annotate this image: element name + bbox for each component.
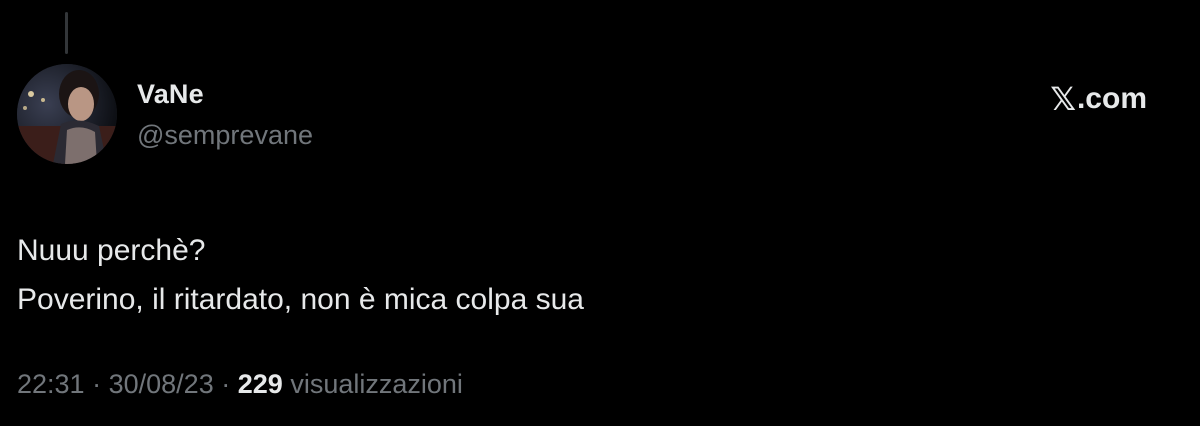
tweet-metadata: 22:31 · 30/08/23 · 229 visualizzazioni — [17, 369, 463, 400]
thread-connector-line — [65, 12, 68, 54]
views-count: 229 — [237, 369, 283, 399]
avatar[interactable] — [17, 64, 117, 164]
tweet-text: Nuuu perchè? Poverino, il ritardato, non… — [17, 226, 584, 324]
x-logo-icon: 𝕏 — [1050, 81, 1076, 117]
author-display-name[interactable]: VaNe — [137, 79, 204, 110]
author-handle[interactable]: @semprevane — [137, 120, 313, 151]
tweet-line: Nuuu perchè? — [17, 234, 206, 267]
tweet-date[interactable]: 30/08/23 — [109, 369, 214, 399]
meta-separator: · — [92, 369, 102, 399]
tweet-time[interactable]: 22:31 — [17, 369, 85, 399]
profile-photo-icon — [17, 64, 117, 164]
brand-domain: .com — [1076, 82, 1147, 115]
tweet-line: Poverino, il ritardato, non è mica colpa… — [17, 283, 584, 316]
meta-separator: · — [221, 369, 231, 399]
x-brand-logo: 𝕏 .com — [1050, 80, 1147, 118]
views-label: visualizzazioni — [290, 369, 463, 399]
